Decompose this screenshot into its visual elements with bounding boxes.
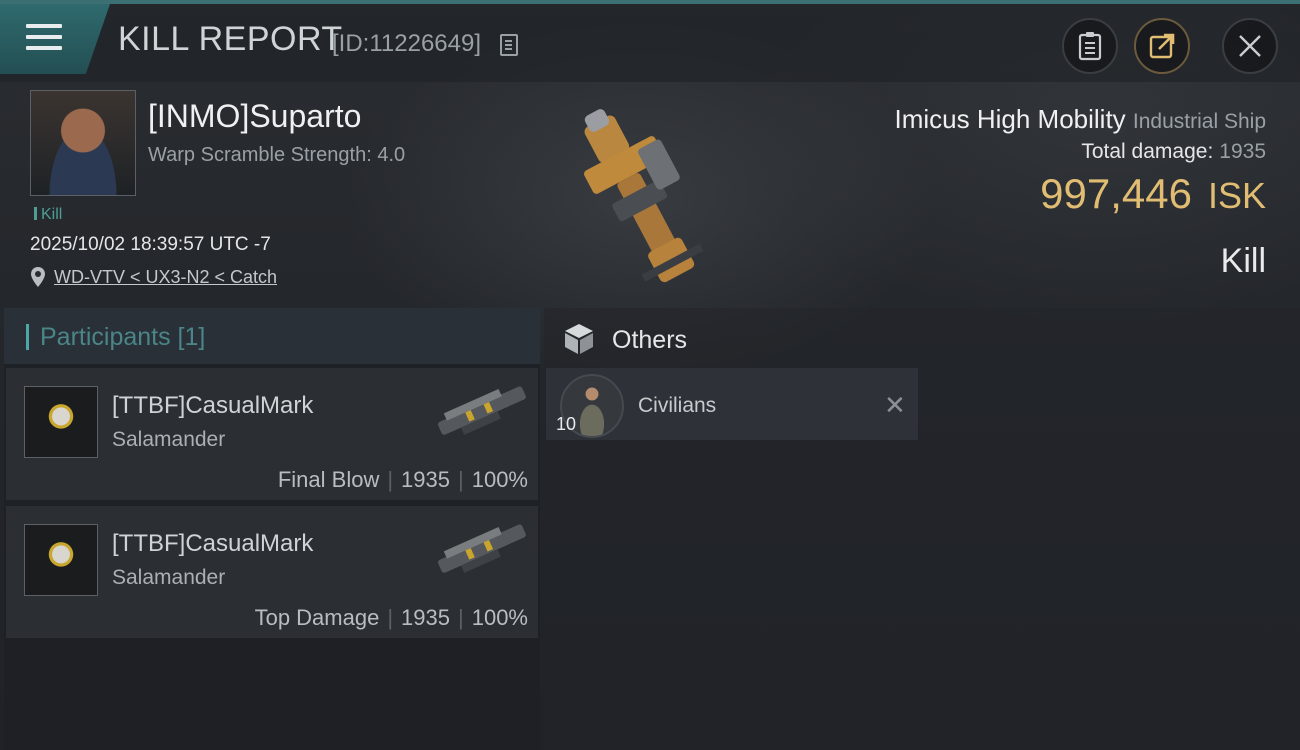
participant-percent: 100%: [471, 605, 528, 630]
remove-icon[interactable]: ✕: [884, 390, 906, 421]
result-label: Kill: [1220, 242, 1266, 280]
kill-datetime: 2025/10/02 18:39:57 UTC -7: [30, 234, 271, 255]
total-damage: Total damage: 1935: [1081, 140, 1266, 164]
participant-avatar: [24, 524, 98, 596]
salamander-ship-icon: [438, 524, 526, 573]
item-name: Civilians: [638, 394, 717, 417]
divider: |: [458, 605, 464, 630]
cube-icon: [565, 324, 593, 354]
others-title: Others: [612, 326, 688, 354]
warp-scramble-strength: Warp Scramble Strength: 4.0: [148, 144, 406, 166]
ship-name: Imicus High Mobility Industrial Ship: [895, 104, 1266, 135]
salamander-ship-icon: [438, 386, 526, 435]
clipboard-button[interactable]: [1062, 18, 1118, 74]
page-title: KILL REPORT: [118, 20, 343, 58]
location-link[interactable]: WD-VTV < UX3-N2 < Catch: [54, 267, 277, 288]
menu-icon: [26, 24, 62, 57]
participant-stats: Top Damage | 1935 | 100%: [255, 605, 528, 631]
clipboard-icon: [1078, 32, 1102, 61]
report-id: [ID:11226649]: [332, 30, 482, 57]
others-item[interactable]: 10 Civilians ✕: [546, 368, 918, 440]
participant-name: [TTBF]CasualMark: [112, 392, 314, 419]
participant-ship: Salamander: [112, 566, 226, 589]
participant-stats: Final Blow | 1935 | 100%: [278, 467, 528, 493]
location-pin-icon: [31, 267, 45, 287]
divider: |: [387, 467, 394, 492]
participant-row[interactable]: [TTBF]CasualMark Salamander Final Blow | 1…: [6, 368, 538, 500]
tab-accent: [26, 324, 29, 350]
participant-damage: 1935: [401, 605, 450, 630]
copy-icon[interactable]: [500, 34, 518, 56]
divider: |: [387, 605, 394, 630]
participant-name: [TTBF]CasualMark: [112, 530, 314, 557]
tab-participants-label: Participants [1]: [40, 323, 206, 351]
participant-avatar: [24, 386, 98, 458]
ship-image: [584, 109, 704, 283]
isk-amount: 997,446: [1040, 170, 1192, 217]
share-button[interactable]: [1134, 18, 1190, 74]
participant-row[interactable]: [TTBF]CasualMark Salamander Top Damage | 1…: [6, 506, 538, 638]
divider: |: [458, 467, 464, 492]
tab-participants[interactable]: Participants [1]: [4, 308, 540, 364]
kill-tag: Kill: [34, 206, 62, 224]
participant-ship: Salamander: [112, 428, 226, 451]
share-icon: [1149, 33, 1175, 59]
victim-name[interactable]: [INMO]Suparto: [148, 98, 361, 135]
total-damage-label: Total damage:: [1081, 140, 1214, 163]
isk-unit: ISK: [1207, 175, 1266, 216]
total-damage-value: 1935: [1219, 140, 1266, 163]
participant-damage: 1935: [401, 467, 450, 492]
ship-type-name[interactable]: Imicus High Mobility: [895, 104, 1126, 134]
item-quantity: 10: [556, 414, 577, 434]
participant-percent: 100%: [471, 467, 528, 492]
participant-role: Top Damage: [254, 605, 380, 630]
isk-value: 997,446 ISK: [1040, 170, 1266, 218]
ship-class: Industrial Ship: [1132, 110, 1266, 133]
close-button[interactable]: [1222, 18, 1278, 74]
victim-avatar[interactable]: [30, 90, 136, 196]
participant-role: Final Blow: [277, 467, 380, 492]
close-icon: [1239, 35, 1261, 57]
